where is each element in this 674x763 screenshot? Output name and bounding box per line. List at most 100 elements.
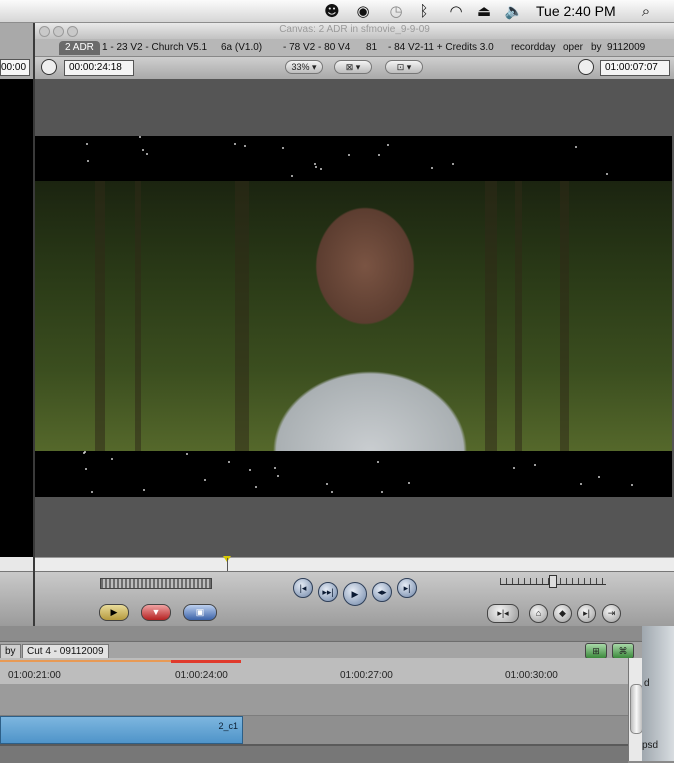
- tab-by[interactable]: by: [591, 41, 602, 55]
- snapping-button[interactable]: ⊞: [585, 643, 607, 659]
- tab-81[interactable]: 81: [366, 41, 377, 55]
- viewer-timecode-field[interactable]: 00:00: [0, 59, 30, 76]
- bluetooth-icon[interactable]: ᛒ: [415, 2, 433, 20]
- noise-speck: [291, 175, 293, 177]
- noise-speck: [249, 469, 251, 471]
- replace-edit-button[interactable]: ▣: [183, 604, 217, 621]
- insert-edit-button[interactable]: ▶: [99, 604, 129, 621]
- desktop-background: d psd: [642, 626, 674, 761]
- mark-clip-button[interactable]: ⌂: [529, 604, 548, 623]
- tab-oper[interactable]: oper: [563, 41, 583, 55]
- canvas-tab-bar: 2 ADR 1 - 23 V2 - Church V5.1 6a (V1.0) …: [35, 39, 674, 57]
- tab-6a[interactable]: 6a (V1.0): [221, 41, 262, 55]
- play-around-current-button[interactable]: ◂▸: [372, 582, 392, 602]
- tab-church[interactable]: 1 - 23 V2 - Church V5.1: [102, 41, 207, 55]
- noise-speck: [452, 163, 454, 165]
- eye-icon[interactable]: ◉: [350, 2, 376, 20]
- view-popup-icon: ⊠ ▾: [345, 62, 361, 72]
- shuttle-knob[interactable]: [549, 575, 557, 588]
- viewer-window: [0, 23, 33, 623]
- playhead-line: [227, 558, 228, 572]
- jog-control[interactable]: [100, 578, 212, 589]
- video-image[interactable]: [35, 181, 672, 451]
- go-to-previous-edit-button[interactable]: |◂: [293, 578, 313, 598]
- noise-speck: [186, 453, 188, 455]
- noise-speck: [534, 464, 536, 466]
- spotlight-icon[interactable]: ⌕: [636, 2, 656, 20]
- noise-speck: [348, 154, 350, 156]
- noise-speck: [631, 484, 633, 486]
- tab-2-adr[interactable]: 2 ADR: [59, 41, 100, 55]
- user-status-icon[interactable]: ☻: [322, 2, 342, 20]
- marker-icon: ▸|: [583, 608, 590, 618]
- overwrite-edit-button[interactable]: ▼: [141, 604, 171, 621]
- noise-speck: [142, 149, 144, 151]
- desktop-file-label[interactable]: psd: [642, 740, 658, 751]
- tab-recordday[interactable]: recordday: [511, 41, 555, 55]
- timeline-tab-cut-4[interactable]: Cut 4 - 09112009: [22, 644, 109, 659]
- noise-speck: [387, 144, 389, 146]
- desktop-file-label[interactable]: d: [644, 678, 650, 689]
- transport-controls: |◂ ▸▸| ▶ ◂▸ ▸| ▶ ▼ ▣ ▸|◂ ⌂ ◆ ▸| ⇥: [35, 571, 674, 627]
- render-bar-red: [171, 660, 241, 663]
- timeline-vertical-scrollbar[interactable]: [628, 658, 643, 761]
- keyframe-icon: ◆: [559, 608, 566, 618]
- noise-speck: [378, 154, 380, 156]
- noise-speck: [228, 461, 230, 463]
- canvas-scrubber-bar[interactable]: [35, 556, 674, 572]
- canvas-title-bar[interactable]: Canvas: 2 ADR in sfmovie_9-9-09: [35, 23, 674, 39]
- noise-speck: [580, 483, 582, 485]
- wifi-icon[interactable]: ◠: [444, 2, 468, 20]
- noise-speck: [244, 145, 246, 147]
- noise-speck: [314, 163, 316, 165]
- duration-timecode-field[interactable]: 00:00:24:18: [64, 60, 134, 76]
- clip-name: 2_c1: [218, 721, 238, 731]
- noise-speck: [146, 153, 148, 155]
- current-clock-icon: [578, 59, 594, 75]
- replace-edit-icon: ▣: [195, 607, 205, 617]
- noise-speck: [326, 483, 328, 485]
- viewer-scrubber[interactable]: [0, 557, 33, 571]
- timeline-track-video[interactable]: [0, 684, 628, 716]
- match-frame-button[interactable]: ▸|◂: [487, 604, 519, 623]
- timeline-ruler[interactable]: 01:00:21:00 01:00:24:00 01:00:27:00 01:0…: [0, 658, 628, 685]
- ruler-label: 01:00:30:00: [505, 670, 558, 681]
- noise-speck: [274, 467, 276, 469]
- play-in-to-out-button[interactable]: ▸▸|: [318, 582, 338, 602]
- noise-speck: [377, 461, 379, 463]
- linking-button[interactable]: ⌘: [612, 643, 634, 659]
- go-to-next-edit-button[interactable]: ▸|: [397, 578, 417, 598]
- noise-speck: [320, 168, 322, 170]
- current-timecode-field[interactable]: 01:00:07:07: [600, 60, 670, 76]
- add-marker-button[interactable]: ▸|: [577, 604, 596, 623]
- mark-out-button[interactable]: ⇥: [602, 604, 621, 623]
- time-machine-icon[interactable]: ◷: [386, 2, 406, 20]
- noise-speck: [234, 143, 236, 145]
- timeline-audio-area[interactable]: [0, 744, 628, 763]
- noise-speck: [87, 160, 89, 162]
- noise-speck: [255, 486, 257, 488]
- snapping-icon: ⊞: [592, 646, 600, 656]
- noise-speck: [408, 482, 410, 484]
- play-button[interactable]: ▶: [343, 582, 367, 606]
- eject-icon[interactable]: ⏏: [475, 2, 493, 20]
- overlay-popup[interactable]: ⊡ ▾: [385, 60, 423, 74]
- volume-icon[interactable]: 🔈: [503, 2, 525, 20]
- mark-out-icon: ⇥: [607, 608, 616, 618]
- noise-speck: [331, 491, 333, 493]
- view-popup[interactable]: ⊠ ▾: [334, 60, 372, 74]
- zoom-popup[interactable]: 33% ▾: [285, 60, 323, 74]
- match-frame-icon: ▸|◂: [497, 608, 509, 618]
- tab-78-v2[interactable]: - 78 V2 - 80 V4: [283, 41, 350, 55]
- noise-speck: [143, 489, 145, 491]
- linking-icon: ⌘: [618, 646, 628, 656]
- canvas-toolbar: 00:00:24:18 33% ▾ ⊠ ▾ ⊡ ▾ 01:00:07:07: [35, 57, 674, 79]
- menubar-clock[interactable]: Tue 2:40 PM: [536, 3, 616, 19]
- tab-9112009[interactable]: 9112009: [607, 41, 645, 55]
- noise-speck: [513, 467, 515, 469]
- timeline-clip[interactable]: 2_c1: [0, 716, 243, 744]
- tab-credits[interactable]: - 84 V2-11 + Credits 3.0: [388, 41, 494, 55]
- duration-clock-icon: [41, 59, 57, 75]
- timeline-tab-by[interactable]: by: [0, 644, 21, 659]
- add-keyframe-button[interactable]: ◆: [553, 604, 572, 623]
